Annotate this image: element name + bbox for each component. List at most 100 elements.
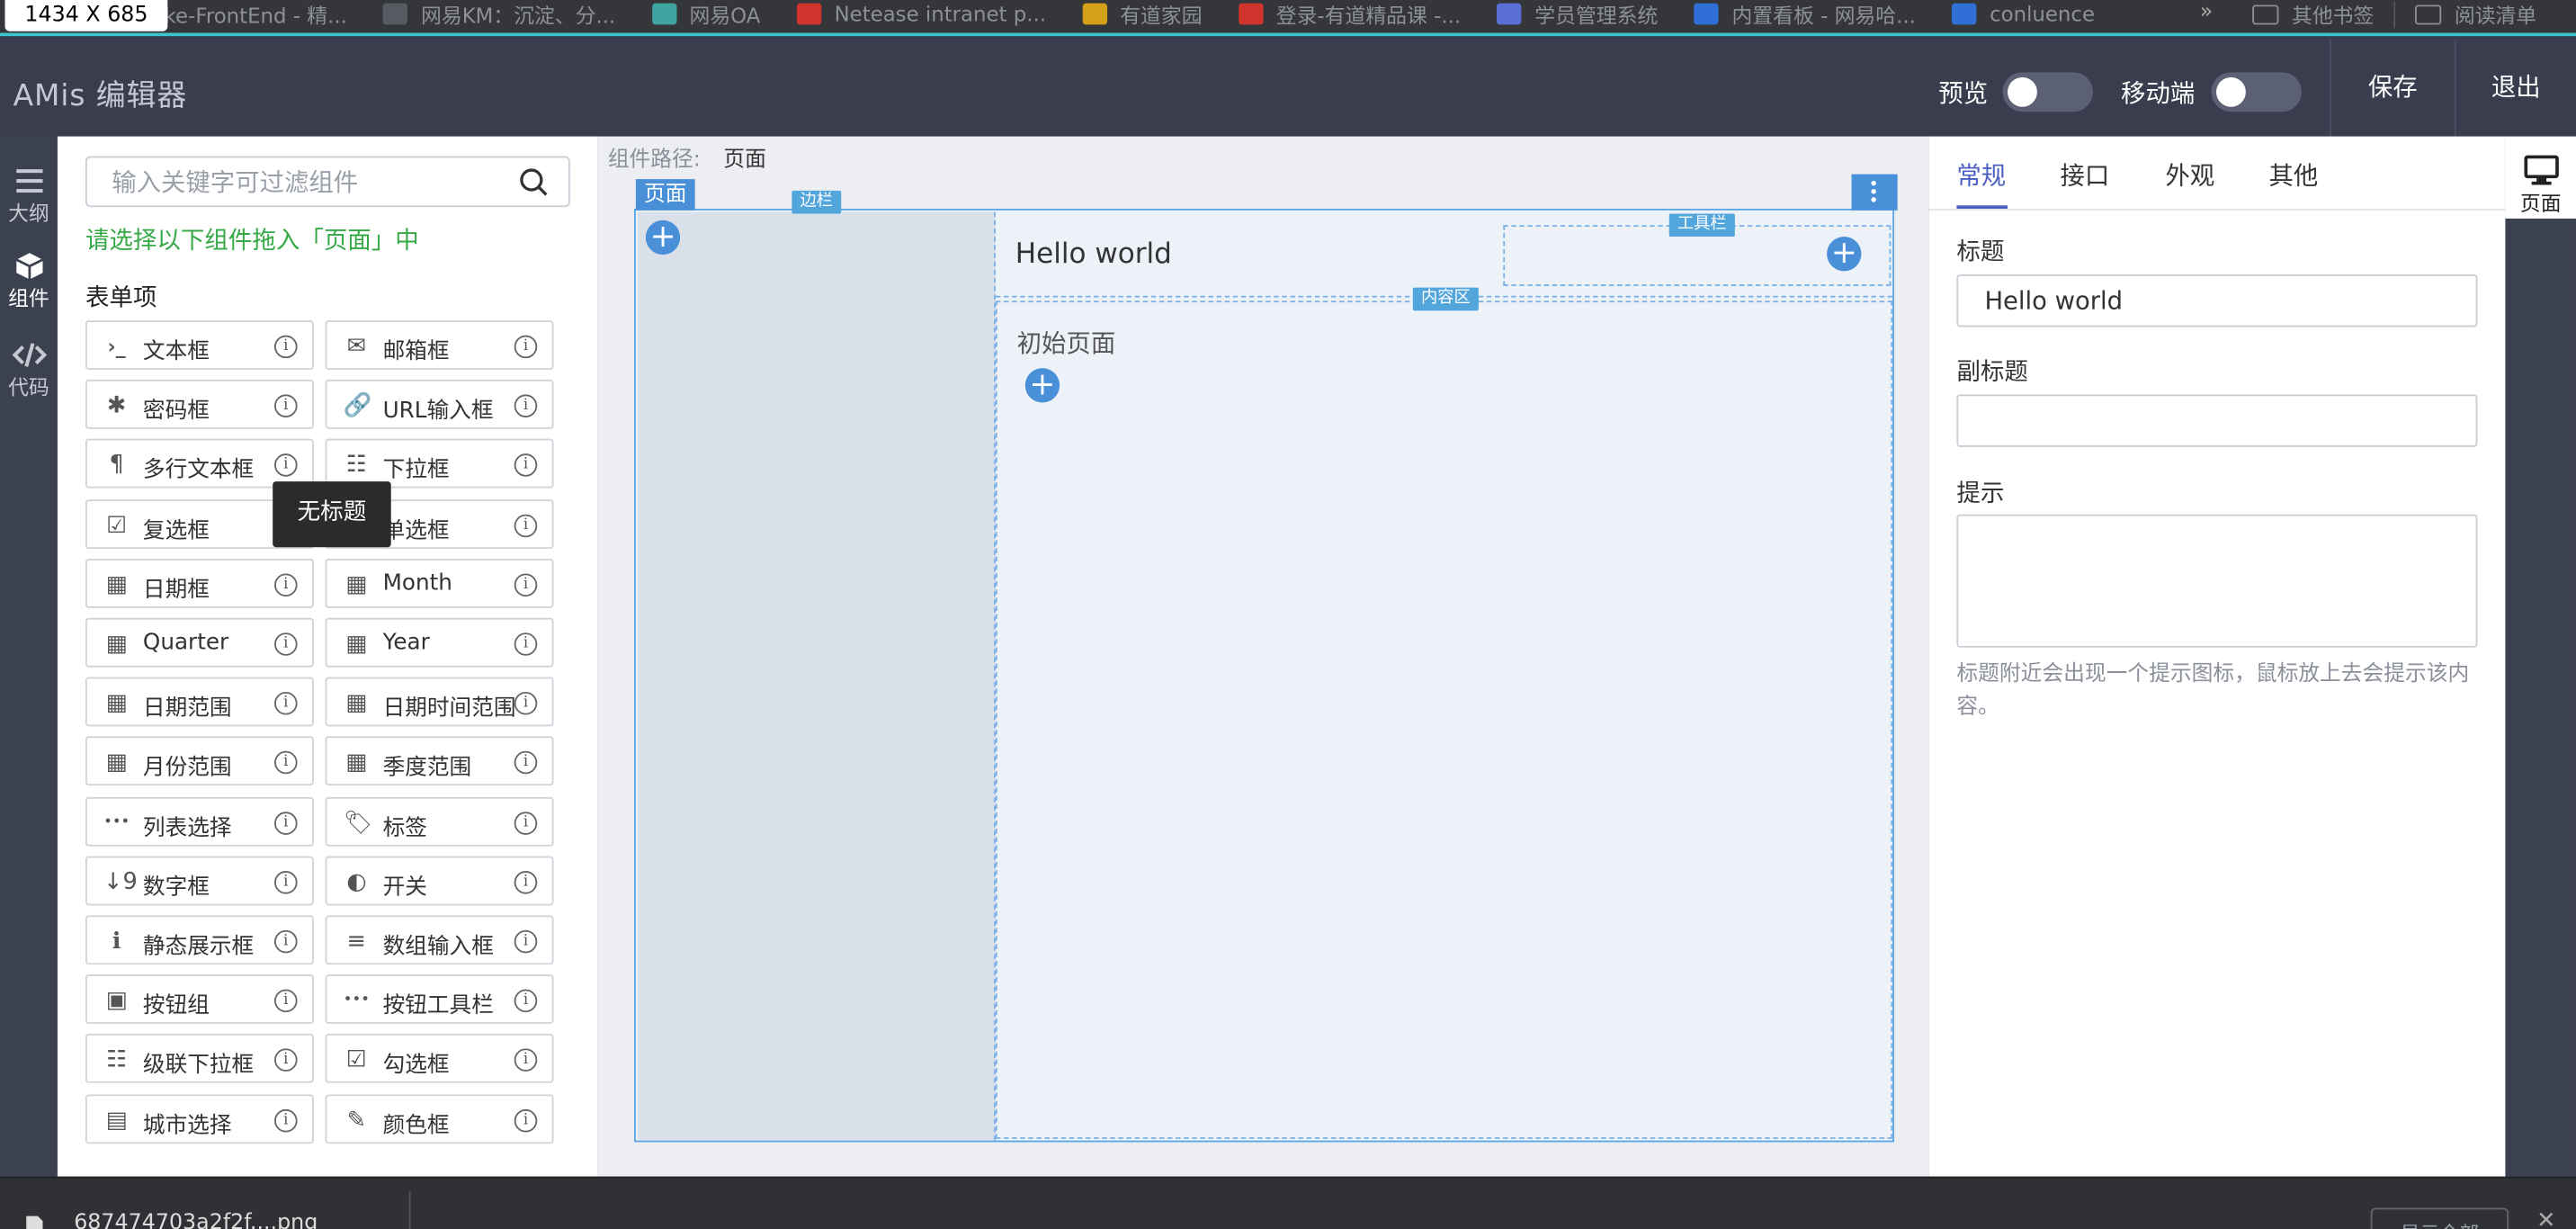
body-add-button[interactable]: + bbox=[1024, 368, 1060, 403]
remark-textarea[interactable] bbox=[1956, 514, 2478, 648]
rail-components[interactable]: 组件 bbox=[0, 235, 58, 317]
tab-api[interactable]: 接口 bbox=[2060, 157, 2109, 192]
info-icon[interactable]: i bbox=[514, 1108, 538, 1132]
info-icon[interactable]: i bbox=[274, 870, 298, 894]
page-container[interactable]: 页面 + 边栏 Hello world + 工具栏 初始页面 + 内容区 bbox=[634, 174, 1898, 1143]
info-icon[interactable]: i bbox=[274, 1108, 298, 1132]
component-item[interactable]: ▤ 城市选择 i bbox=[85, 1093, 314, 1144]
component-item[interactable]: ▦ 日期框 i bbox=[85, 558, 314, 608]
component-item[interactable]: ✱ 密码框 i bbox=[85, 380, 314, 430]
rail-outline[interactable]: 大纲 bbox=[0, 149, 58, 231]
page-more-menu[interactable] bbox=[1851, 174, 1898, 211]
active-tab-indicator bbox=[1956, 205, 2008, 209]
info-icon[interactable]: i bbox=[514, 692, 538, 715]
info-icon[interactable]: i bbox=[274, 692, 298, 715]
component-label: Quarter bbox=[142, 629, 229, 656]
info-icon[interactable]: i bbox=[274, 989, 298, 1013]
component-item[interactable]: ••• 列表选择 i bbox=[85, 796, 314, 846]
reading-list-link[interactable]: 阅读清单 bbox=[2455, 0, 2536, 30]
info-icon[interactable]: i bbox=[274, 1049, 298, 1072]
bookmark-favicon-icon bbox=[1497, 3, 1522, 25]
exit-button[interactable]: 退出 bbox=[2454, 39, 2576, 137]
component-item[interactable]: ✉ 邮箱框 i bbox=[325, 320, 554, 370]
component-item[interactable]: ☷ 级联下拉框 i bbox=[85, 1034, 314, 1084]
component-item[interactable]: ▦ 日期时间范围 i bbox=[325, 677, 554, 727]
info-icon[interactable]: i bbox=[274, 335, 298, 359]
info-icon[interactable]: i bbox=[514, 870, 538, 894]
info-icon[interactable]: i bbox=[514, 335, 538, 359]
mobile-toggle[interactable] bbox=[2211, 72, 2302, 112]
component-item[interactable]: ≡ 数组输入框 i bbox=[325, 915, 554, 965]
info-icon[interactable]: i bbox=[274, 632, 298, 656]
close-icon[interactable]: ✕ bbox=[2536, 1207, 2555, 1229]
body-region[interactable]: 初始页面 + bbox=[995, 301, 1893, 1139]
component-item[interactable]: 🏷 标签 i bbox=[325, 796, 554, 846]
component-item[interactable]: ▦ 日期范围 i bbox=[85, 677, 314, 727]
subtitle-input[interactable] bbox=[1956, 394, 2478, 447]
component-item[interactable]: ✎ 颜色框 i bbox=[325, 1093, 554, 1144]
header-region[interactable]: Hello world + 工具栏 bbox=[995, 212, 1893, 298]
component-item[interactable]: ↓9 数字框 i bbox=[85, 856, 314, 906]
info-icon[interactable]: i bbox=[514, 1049, 538, 1072]
bookmark-item[interactable]: conluence bbox=[1952, 0, 2095, 28]
bookmark-item[interactable]: Netease intranet p... bbox=[796, 0, 1046, 28]
component-item[interactable]: ▦ 季度范围 i bbox=[325, 736, 554, 786]
breadcrumb-item-page[interactable]: 页面 bbox=[723, 148, 766, 172]
info-icon[interactable]: i bbox=[274, 811, 298, 835]
info-icon[interactable]: i bbox=[514, 513, 538, 537]
info-icon[interactable]: i bbox=[514, 929, 538, 954]
component-item[interactable]: 🔗 URL输入框 i bbox=[325, 380, 554, 430]
page-tag[interactable]: 页面 bbox=[635, 179, 695, 211]
bookmark-item[interactable]: 登录-有道精品课 -... bbox=[1238, 0, 1461, 28]
aside-region[interactable]: + bbox=[637, 211, 996, 1141]
preview-toggle[interactable] bbox=[2002, 72, 2093, 112]
component-item[interactable]: ▦ Year i bbox=[325, 617, 554, 668]
info-icon[interactable]: i bbox=[514, 394, 538, 418]
component-search-input[interactable] bbox=[86, 157, 514, 206]
info-icon[interactable]: i bbox=[274, 453, 298, 478]
component-item[interactable]: ▦ Month i bbox=[325, 558, 554, 608]
aside-add-button[interactable]: + bbox=[645, 220, 681, 256]
bookmarks-overflow-button[interactable]: » bbox=[2200, 0, 2214, 26]
download-filename[interactable]: 687474703a2f2f....png bbox=[74, 1211, 318, 1229]
info-icon[interactable]: i bbox=[274, 929, 298, 954]
tab-appearance[interactable]: 外观 bbox=[2165, 157, 2214, 192]
info-icon[interactable]: i bbox=[274, 573, 298, 597]
rail-page[interactable]: 页面 bbox=[2505, 136, 2576, 219]
other-bookmarks-link[interactable]: 其他书签 bbox=[2292, 0, 2374, 30]
bookmark-item[interactable]: 有道家园 bbox=[1082, 0, 1203, 28]
tab-other[interactable]: 其他 bbox=[2268, 157, 2318, 192]
show-all-button[interactable]: 显示全部 bbox=[2370, 1207, 2509, 1229]
info-icon[interactable]: i bbox=[514, 989, 538, 1013]
info-icon[interactable]: i bbox=[274, 751, 298, 776]
bookmark-item[interactable]: 网易KM：沉淀、分... bbox=[383, 0, 615, 28]
component-item[interactable]: ◐ 开关 i bbox=[325, 856, 554, 906]
toolbar-tag: 工具栏 bbox=[1668, 213, 1735, 238]
info-icon[interactable]: i bbox=[514, 453, 538, 478]
bookmark-item[interactable]: 内置看板 - 网易哈... bbox=[1694, 0, 1916, 28]
bookmark-item[interactable]: ke-FrontEnd - 精... bbox=[165, 0, 347, 28]
info-icon[interactable]: i bbox=[274, 394, 298, 418]
component-item[interactable]: ▦ 月份范围 i bbox=[85, 736, 314, 786]
component-item[interactable]: ▣ 按钮组 i bbox=[85, 974, 314, 1025]
remark-label: 提示 bbox=[1956, 481, 2005, 508]
component-item[interactable]: ›_ 文本框 i bbox=[85, 320, 314, 370]
bookmark-item[interactable]: 网易OA bbox=[651, 0, 760, 28]
info-icon[interactable]: i bbox=[514, 573, 538, 597]
toolbar-add-button[interactable]: + bbox=[1827, 237, 1862, 272]
search-icon[interactable] bbox=[519, 167, 549, 197]
bookmark-item[interactable]: 学员管理系统 bbox=[1497, 0, 1658, 28]
component-item[interactable]: ☑ 勾选框 i bbox=[325, 1034, 554, 1084]
tab-general[interactable]: 常规 bbox=[1956, 157, 2006, 192]
drag-hint: 请选择以下组件拖入「页面」中 bbox=[85, 228, 419, 256]
save-button[interactable]: 保存 bbox=[2330, 39, 2455, 137]
component-item[interactable]: i 静态展示框 i bbox=[85, 915, 314, 965]
info-icon[interactable]: i bbox=[514, 751, 538, 776]
component-item[interactable]: ••• 按钮工具栏 i bbox=[325, 974, 554, 1025]
title-input[interactable]: Hello world bbox=[1956, 274, 2478, 327]
info-icon[interactable]: i bbox=[514, 811, 538, 835]
component-item[interactable]: ▦ Quarter i bbox=[85, 617, 314, 668]
rail-code[interactable]: 代码 bbox=[0, 324, 58, 406]
component-label: 静态展示框 bbox=[142, 933, 255, 960]
info-icon[interactable]: i bbox=[514, 632, 538, 656]
